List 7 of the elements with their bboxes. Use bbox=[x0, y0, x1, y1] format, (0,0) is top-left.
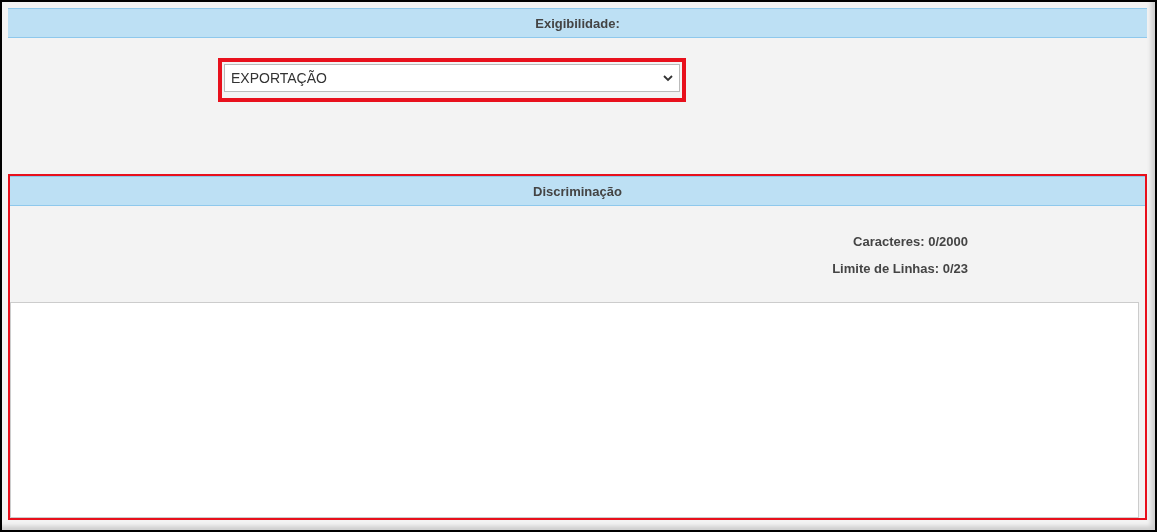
chevron-down-icon bbox=[663, 74, 673, 82]
counter-label: Limite de Linhas: 0/23 bbox=[832, 261, 968, 276]
section-header: Exigibilidade: bbox=[8, 8, 1147, 38]
text-area[interactable] bbox=[10, 302, 1139, 518]
section-header: Discriminação bbox=[10, 176, 1145, 206]
select-field[interactable]: EXPORTAÇÃO bbox=[224, 64, 680, 92]
counter-label: Caracteres: 0/2000 bbox=[853, 234, 968, 249]
